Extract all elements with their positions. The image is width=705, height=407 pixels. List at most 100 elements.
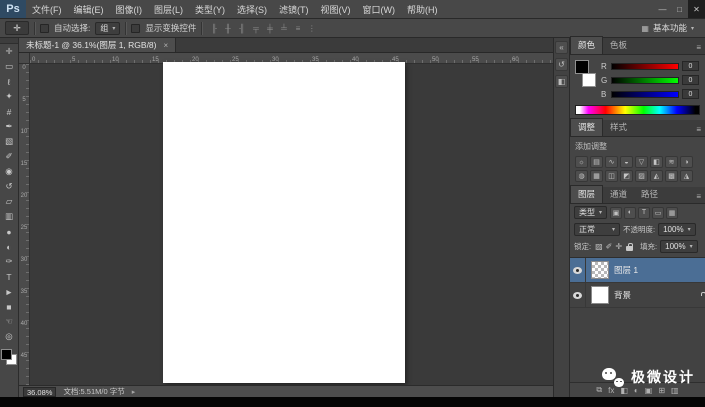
channel-slider[interactable] [611,62,679,70]
foreground-color-swatch[interactable] [1,349,12,360]
opacity-dropdown[interactable]: 100% ▾ [658,223,696,236]
menu-item[interactable]: 图层(L) [148,0,189,18]
auto-select-checkbox[interactable] [40,23,49,33]
exposure-icon[interactable]: ◒ [620,156,633,168]
panel-menu-icon[interactable]: ≡ [692,192,705,203]
menu-item[interactable]: 帮助(H) [401,0,444,18]
crop-tool[interactable]: # [0,104,19,119]
panel-menu-icon[interactable]: ≡ [692,43,705,54]
selective-color-icon[interactable]: ◮ [680,170,693,182]
distribute-horizontal-icon[interactable]: ≡ [291,22,304,35]
filter-shape-layers-icon[interactable]: ▭ [652,206,665,219]
pen-tool[interactable]: ✑ [0,254,19,269]
align-middle-icon[interactable]: ╪ [263,22,276,35]
channel-slider[interactable] [611,76,679,84]
history-brush-tool[interactable]: ↺ [0,179,19,194]
eraser-tool[interactable]: ▱ [0,194,19,209]
vibrance-icon[interactable]: ▽ [635,156,648,168]
tab-channels[interactable]: 通道 [603,186,634,203]
lock-pixels-icon[interactable]: ✐ [605,242,614,251]
healing-brush-tool[interactable]: ▧ [0,134,19,149]
menu-item[interactable]: 类型(Y) [189,0,231,18]
eyedropper-tool[interactable]: ✒ [0,119,19,134]
canvas-area[interactable]: 0 5 10 15 20 25 30 35 40 45 50 55 60 0 5 10 15 20 25 30 35 4… [19,53,553,385]
visibility-cell[interactable] [570,283,586,307]
gradient-tool[interactable]: ▥ [0,209,19,224]
distribute-vertical-icon[interactable]: ⋮ [305,22,318,35]
color-balance-icon[interactable]: ≋ [665,156,678,168]
tab-styles[interactable]: 样式 [603,119,634,136]
brush-tool[interactable]: ✐ [0,149,19,164]
lock-position-icon[interactable]: ✛ [614,242,623,251]
show-transform-checkbox[interactable] [131,23,141,33]
layer-filter-dropdown[interactable]: 类型 ▾ [574,206,608,219]
threshold-icon[interactable]: ◭ [650,170,663,182]
menu-item[interactable]: 视图(V) [315,0,357,18]
tab-color[interactable]: 颜色 [570,36,604,54]
levels-icon[interactable]: ▤ [590,156,603,168]
tab-layers[interactable]: 图层 [570,185,604,203]
gradient-map-icon[interactable]: ▩ [665,170,678,182]
history-panel-icon[interactable]: ↺ [555,58,568,71]
dodge-tool[interactable]: ◐ [0,239,19,254]
color-lookup-icon[interactable]: ◫ [605,170,618,182]
filter-smart-objects-icon[interactable]: ▦ [666,206,679,219]
channel-value-field[interactable]: 0 [682,61,699,71]
layer-thumbnail[interactable] [591,286,609,304]
photo-filter-icon[interactable]: ◍ [575,170,588,182]
tab-paths[interactable]: 路径 [634,186,665,203]
path-selection-tool[interactable]: ► [0,284,19,299]
channel-value-field[interactable]: 0 [682,75,699,85]
align-right-icon[interactable]: ╢ [235,22,248,35]
blend-mode-dropdown[interactable]: 正常 ▾ [574,223,620,236]
tab-adjustments[interactable]: 调整 [570,118,604,136]
zoom-level-field[interactable]: 36.08% [23,386,57,397]
tab-swatches[interactable]: 色板 [603,37,634,54]
minimize-icon[interactable]: — [654,0,671,18]
close-icon[interactable]: × [164,41,169,50]
close-icon[interactable]: ✕ [688,0,705,18]
channel-mixer-icon[interactable]: ▦ [590,170,603,182]
channel-slider[interactable] [611,90,679,98]
brightness-contrast-icon[interactable]: ☼ [575,156,588,168]
expand-panels-icon[interactable]: « [555,41,568,54]
menu-item[interactable]: 窗口(W) [357,0,402,18]
channel-value-field[interactable]: 0 [682,89,699,99]
ruler-origin[interactable] [19,53,30,64]
properties-panel-icon[interactable]: ◧ [555,75,568,88]
hand-tool[interactable]: ☜ [0,314,19,329]
move-tool[interactable]: ✛ [0,44,19,59]
fill-dropdown[interactable]: 100% ▾ [660,240,698,253]
filter-adjustment-layers-icon[interactable]: ◐ [624,206,637,219]
zoom-tool[interactable]: ◎ [0,329,19,344]
menu-item[interactable]: 文件(F) [26,0,68,18]
menu-item[interactable]: 选择(S) [231,0,273,18]
panel-menu-icon[interactable]: ≡ [692,125,705,136]
lasso-tool[interactable]: ℓ [0,74,19,89]
visibility-cell[interactable] [570,258,586,282]
filter-pixel-layers-icon[interactable]: ▣ [610,206,623,219]
hue-saturation-icon[interactable]: ◧ [650,156,663,168]
layer-row-background[interactable]: 背景 [570,283,705,308]
align-top-icon[interactable]: ╤ [249,22,262,35]
workspace-switcher[interactable]: ▦ 基本功能 ▾ [635,22,700,34]
filter-type-layers-icon[interactable]: T [638,206,651,219]
color-spectrum-ramp[interactable] [575,105,700,115]
lock-all-icon[interactable] [626,242,634,251]
background-color-swatch[interactable] [582,73,596,87]
restore-icon[interactable]: □ [671,0,688,18]
align-left-icon[interactable]: ╟ [207,22,220,35]
invert-icon[interactable]: ◩ [620,170,633,182]
align-center-horizontal-icon[interactable]: ╫ [221,22,234,35]
curves-icon[interactable]: ∿ [605,156,618,168]
menu-item[interactable]: 图像(I) [110,0,149,18]
rectangular-marquee-tool[interactable]: ▭ [0,59,19,74]
blur-tool[interactable]: ● [0,224,19,239]
layer-thumbnail[interactable] [591,261,609,279]
rectangle-tool[interactable]: ■ [0,299,19,314]
align-bottom-icon[interactable]: ╧ [277,22,290,35]
vertical-ruler[interactable]: 0 5 10 15 20 25 30 35 40 45 [19,64,30,385]
current-tool-icon[interactable]: ✛ [5,21,29,35]
black-white-icon[interactable]: ◑ [680,156,693,168]
clone-stamp-tool[interactable]: ◉ [0,164,19,179]
